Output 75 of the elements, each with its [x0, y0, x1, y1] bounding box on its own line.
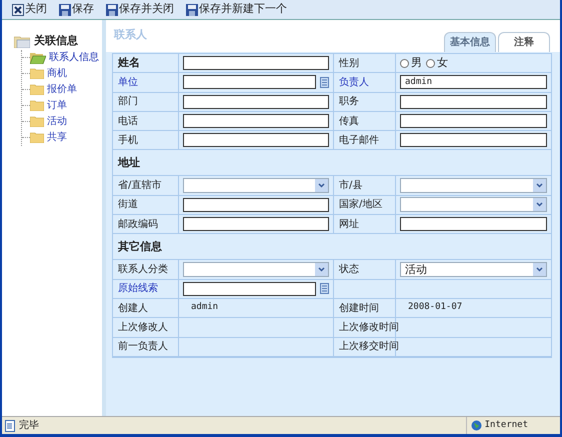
tree-item[interactable]: 共享	[47, 130, 67, 145]
field-label: 上次修改时间	[339, 320, 399, 335]
text-field[interactable]	[400, 114, 547, 128]
text-field[interactable]	[183, 133, 329, 148]
section-heading: 其它信息	[118, 238, 162, 255]
field-label: 国家/地区	[339, 198, 382, 212]
folder-icon	[30, 100, 44, 111]
tree-item[interactable]: 活动	[47, 114, 67, 129]
field-label: 姓名	[118, 54, 140, 71]
field-value: admin	[190, 301, 220, 314]
field-label: 前一负责人	[118, 340, 168, 354]
field-label: 手机	[118, 134, 138, 148]
field-label: 部门	[118, 94, 138, 110]
lookup-icon[interactable]	[320, 283, 329, 294]
toolbar-button[interactable]: 保存	[59, 1, 94, 18]
text-field[interactable]	[183, 75, 316, 90]
folder-icon	[30, 132, 44, 143]
text-field[interactable]	[400, 133, 547, 148]
field-label: 上次移交时间	[339, 340, 399, 354]
field-label: 状态	[339, 262, 359, 278]
tree-item[interactable]: 订单	[47, 98, 67, 113]
globe-icon	[470, 420, 482, 431]
radio-label: 男	[411, 54, 422, 71]
text-field[interactable]	[183, 114, 329, 128]
dropdown[interactable]: 活动	[400, 262, 547, 278]
close-icon	[12, 4, 24, 16]
toolbar-button[interactable]: 保存并新建下一个	[186, 1, 287, 18]
open-folder-icon	[30, 52, 46, 64]
radio-button[interactable]	[400, 58, 409, 68]
status-text: 完毕	[19, 418, 40, 433]
tab[interactable]: 基本信息	[444, 32, 496, 52]
tree-item[interactable]: 报价单	[47, 82, 77, 97]
field-label-link[interactable]: 单位	[118, 74, 138, 90]
folder-icon	[30, 68, 44, 79]
tree-root-label: 关联信息	[34, 33, 78, 49]
field-label: 性别	[339, 56, 359, 71]
text-field[interactable]: admin	[400, 75, 547, 90]
text-field[interactable]	[400, 94, 547, 109]
toolbar-button[interactable]: 关闭	[12, 1, 47, 18]
tree-item[interactable]: 商机	[47, 66, 67, 81]
text-field[interactable]	[183, 282, 316, 296]
field-label: 联系人分类	[118, 262, 168, 278]
lookup-icon[interactable]	[320, 76, 329, 88]
field-label: 传真	[339, 114, 359, 129]
folder-icon	[30, 84, 44, 95]
field-label: 省/直辖市	[118, 178, 162, 194]
field-label: 电子邮件	[339, 134, 379, 148]
field-label: 市/县	[339, 178, 362, 194]
field-label: 上次修改人	[118, 320, 168, 335]
page-icon	[4, 420, 16, 432]
folder-stack-icon	[14, 34, 30, 48]
field-label-link[interactable]: 负责人	[339, 74, 369, 90]
field-value: 2008-01-07	[407, 301, 464, 314]
field-label: 街道	[118, 198, 138, 212]
text-field[interactable]	[183, 198, 329, 212]
radio-label: 女	[437, 54, 448, 71]
page-title: 联系人	[114, 26, 147, 42]
field-label: 邮政编码	[118, 218, 158, 232]
tab[interactable]: 注释	[498, 32, 550, 52]
field-label: 创建人	[118, 302, 148, 316]
section-heading: 地址	[118, 154, 140, 171]
tree-item[interactable]: 联系人信息	[49, 50, 99, 65]
text-field[interactable]	[183, 94, 329, 109]
toolbar-button[interactable]: 保存并关闭	[106, 1, 174, 18]
field-label: 职务	[339, 95, 359, 110]
folder-icon	[30, 116, 44, 127]
text-field[interactable]	[183, 56, 329, 70]
zone-text: Internet	[484, 418, 528, 432]
radio-button[interactable]	[426, 58, 435, 68]
field-label: 电话	[118, 114, 138, 129]
text-field[interactable]	[183, 217, 329, 232]
field-label: 网址	[339, 218, 359, 232]
field-label: 创建时间	[339, 302, 379, 316]
text-field[interactable]	[400, 217, 547, 232]
field-label-link[interactable]: 原始线索	[118, 281, 158, 296]
